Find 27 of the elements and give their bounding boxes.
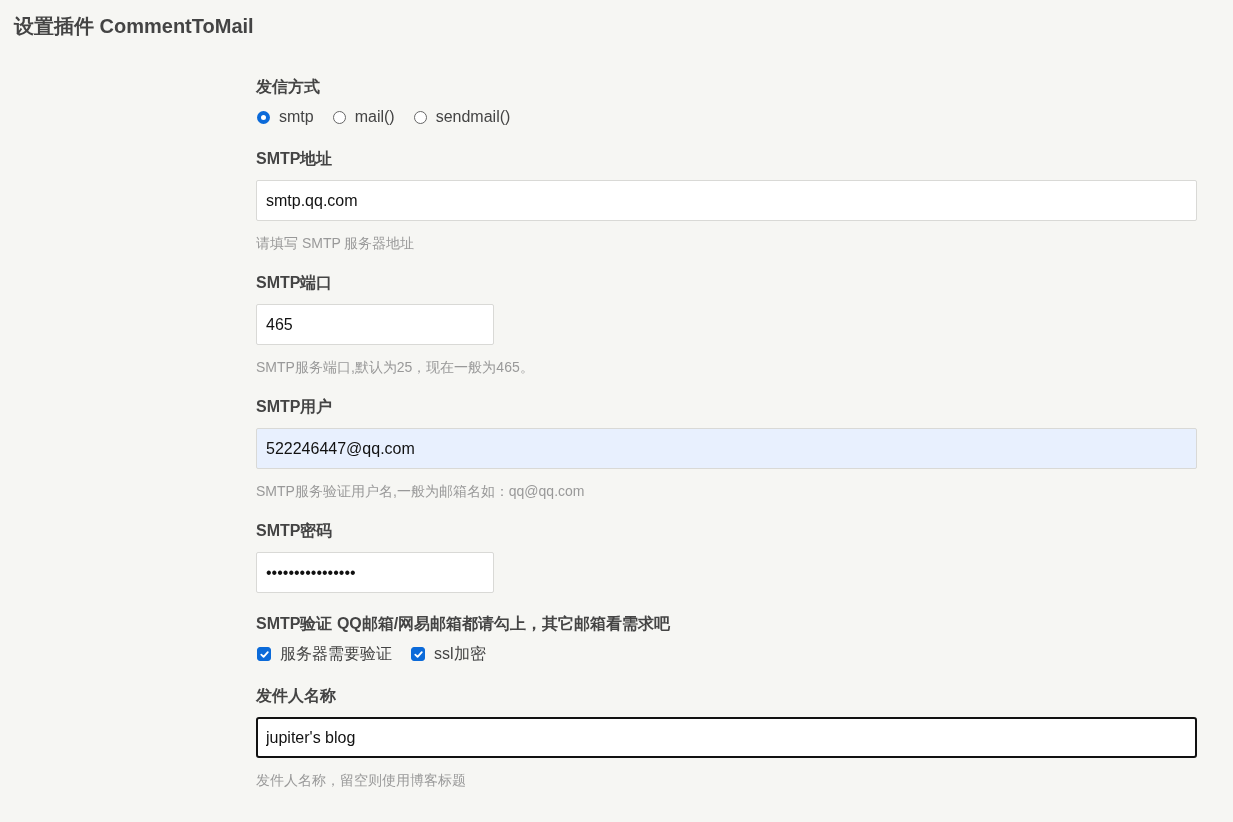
field-label: SMTP地址 <box>256 149 334 169</box>
radio-label[interactable]: smtp <box>279 106 314 128</box>
field-hint: SMTP服务端口,默认为25，现在一般为465。 <box>256 358 535 376</box>
field-hint: SMTP服务验证用户名,一般为邮箱名如：qq@qq.com <box>256 482 586 500</box>
field-label: SMTP密码 <box>256 521 334 541</box>
input-field[interactable]: smtp.qq.com <box>256 180 1197 221</box>
input-field[interactable]: 465 <box>256 304 494 345</box>
field-hint: 发件人名称，留空则使用博客标题 <box>256 771 467 789</box>
radio-button[interactable] <box>413 110 427 124</box>
radio-button[interactable] <box>332 110 346 124</box>
field-label: 发件人名称 <box>256 686 337 706</box>
radio-button[interactable] <box>257 110 270 124</box>
input-field[interactable]: 522246447@qq.com <box>256 428 1197 469</box>
input-field[interactable]: •••••••••••••••• <box>256 552 494 593</box>
field-label: 发信方式 <box>256 77 321 97</box>
field-label: SMTP验证 QQ邮箱/网易邮箱都请勾上，其它邮箱看需求吧 <box>256 614 672 634</box>
radio-label[interactable]: mail() <box>354 106 395 128</box>
field-hint: 请填写 SMTP 服务器地址 <box>256 234 416 252</box>
page-title: 设置插件 CommentToMail <box>14 14 255 39</box>
input-field[interactable]: jupiter's blog <box>256 717 1197 758</box>
field-label: SMTP端口 <box>256 273 334 293</box>
checkbox-label[interactable]: ssl加密 <box>434 643 486 665</box>
checkbox-label[interactable]: 服务器需要验证 <box>280 643 392 665</box>
checkbox[interactable] <box>411 647 425 661</box>
radio-label[interactable]: sendmail() <box>435 106 511 128</box>
field-label: SMTP用户 <box>256 397 334 417</box>
checkbox[interactable] <box>257 647 271 661</box>
